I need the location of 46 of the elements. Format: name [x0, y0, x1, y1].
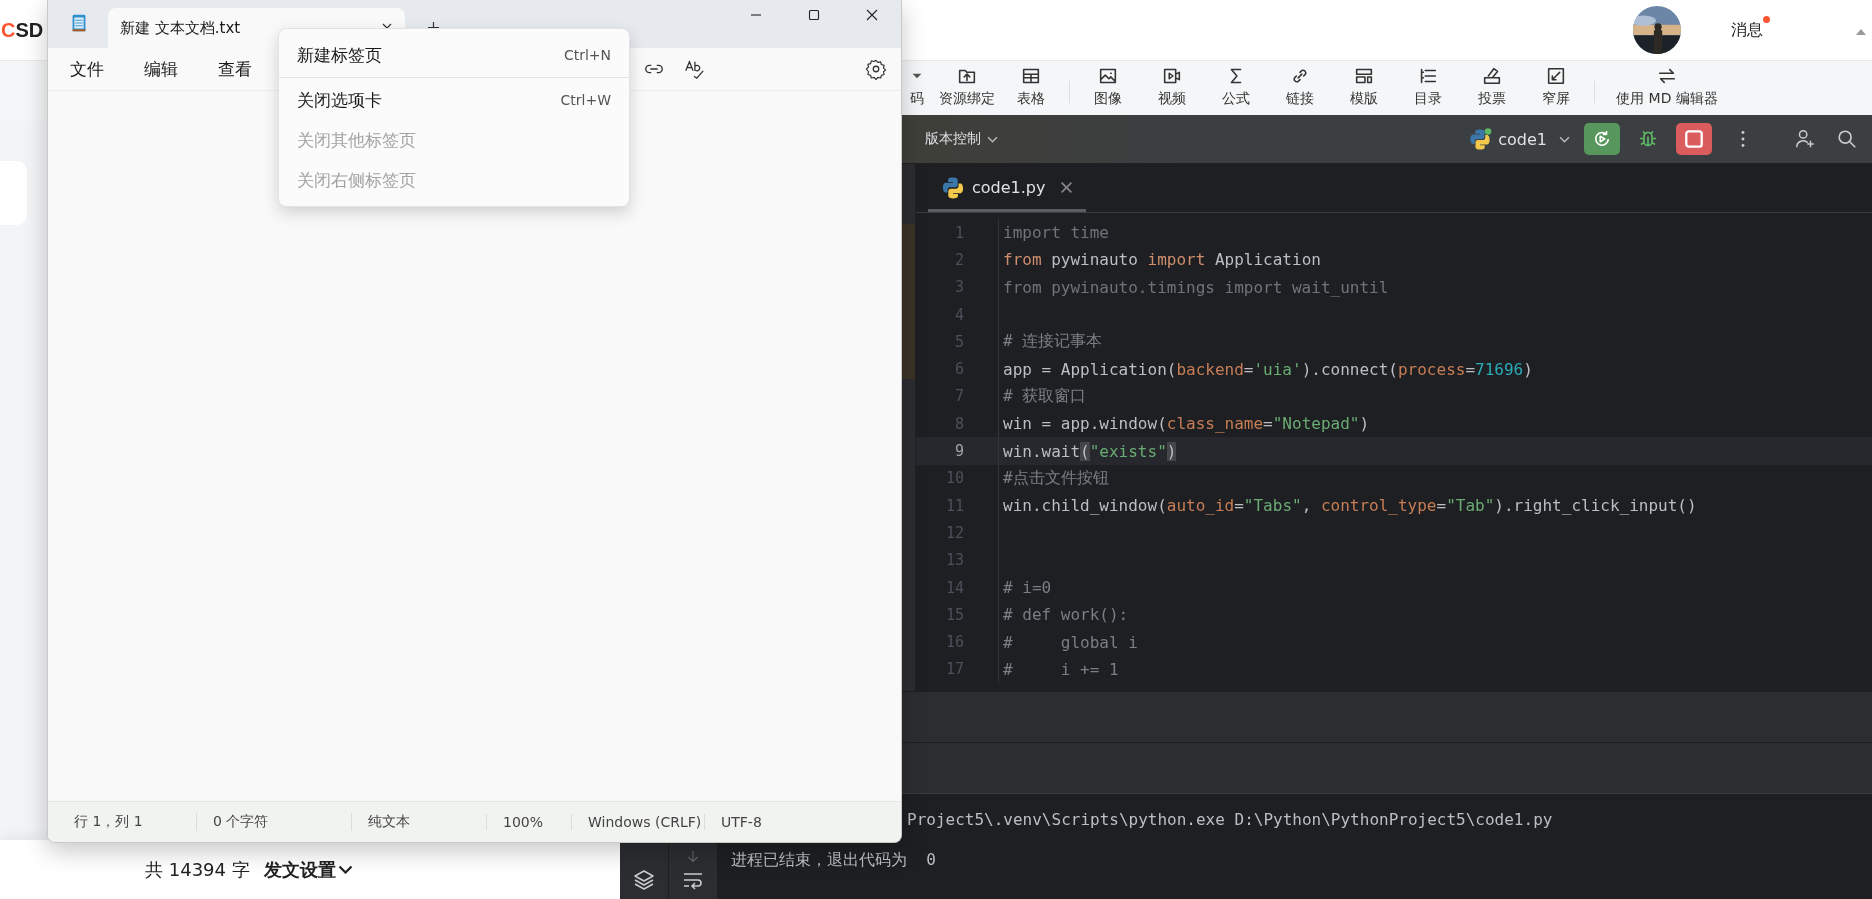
toolbar-button[interactable]: 链接: [1274, 61, 1326, 108]
code-line: win.child_window(auto_id="Tabs", control_type="Tab").right_click_input(): [1003, 496, 1697, 516]
run-config-selector[interactable]: code1: [1470, 128, 1570, 150]
console-line: 进程已结束，退出代码为 0: [731, 849, 937, 871]
code-line: win.wait("exists"): [1003, 441, 1177, 461]
word-count: 共 14394 字: [145, 857, 250, 882]
code-line: # global i: [1003, 632, 1138, 652]
toolbar-button[interactable]: 使用 MD 编辑器: [1607, 61, 1727, 108]
code-line: # 连接记事本: [1003, 331, 1103, 353]
code-line: #点击文件按钮: [1003, 467, 1109, 489]
toolbar-button[interactable]: 目录: [1402, 61, 1454, 108]
toolbar-button[interactable]: 资源绑定: [941, 61, 993, 108]
code-line: # i += 1: [1003, 659, 1119, 679]
code-line: # i=0: [1003, 578, 1052, 597]
toolbar-button[interactable]: 视频: [1146, 61, 1198, 108]
menu-item[interactable]: 查看: [204, 53, 266, 85]
logo[interactable]: CSD: [1, 18, 44, 42]
code-line: # 获取窗口: [1003, 385, 1087, 407]
editor-tab[interactable]: code1.py: [928, 166, 1087, 212]
code-line: # def work():: [1003, 605, 1129, 625]
code-line: win = app.window(class_name="Notepad"): [1003, 414, 1370, 434]
toolbar-button[interactable]: 码: [905, 61, 929, 108]
toolbar-button[interactable]: 公式: [1210, 61, 1262, 108]
vcs-menu[interactable]: 版本控制: [925, 130, 998, 148]
code-line: from pywinauto.timings import wait_until: [1003, 277, 1389, 297]
status-item: 行 1，列 1: [73, 813, 144, 831]
toolbar-button[interactable]: 表格: [1005, 61, 1057, 108]
menu-item[interactable]: 文件: [56, 53, 118, 85]
status-item: 100%: [486, 814, 571, 830]
console-line: Project5\.venv\Scripts\python.exe D:\Python\PythonProject5\code1.py: [907, 809, 1554, 831]
code-line: app = Application(backend='uia').connect(process=71696): [1003, 359, 1533, 379]
toolbar-button[interactable]: 窄屏: [1530, 61, 1582, 108]
toolbar-button[interactable]: 模版: [1338, 61, 1390, 108]
code-line: import time: [1003, 223, 1109, 243]
status-item: UTF-8: [704, 814, 778, 830]
toolbar-button[interactable]: 投票: [1466, 61, 1518, 108]
line-number: 9: [953, 442, 964, 460]
toolbar-button[interactable]: 图像: [1082, 61, 1134, 108]
messages-link[interactable]: 消息: [1731, 19, 1763, 39]
publish-settings-button[interactable]: 发文设置: [263, 857, 353, 882]
menu-item[interactable]: 编辑: [130, 53, 192, 85]
status-item: 纯文本: [351, 813, 486, 831]
code-line: from pywinauto import Application: [1003, 250, 1321, 270]
menu-item[interactable]: 关闭选项卡 Ctrl+W: [279, 80, 629, 120]
status-item: Windows (CRLF): [571, 814, 704, 830]
status-item: 0 个字符: [196, 813, 351, 831]
